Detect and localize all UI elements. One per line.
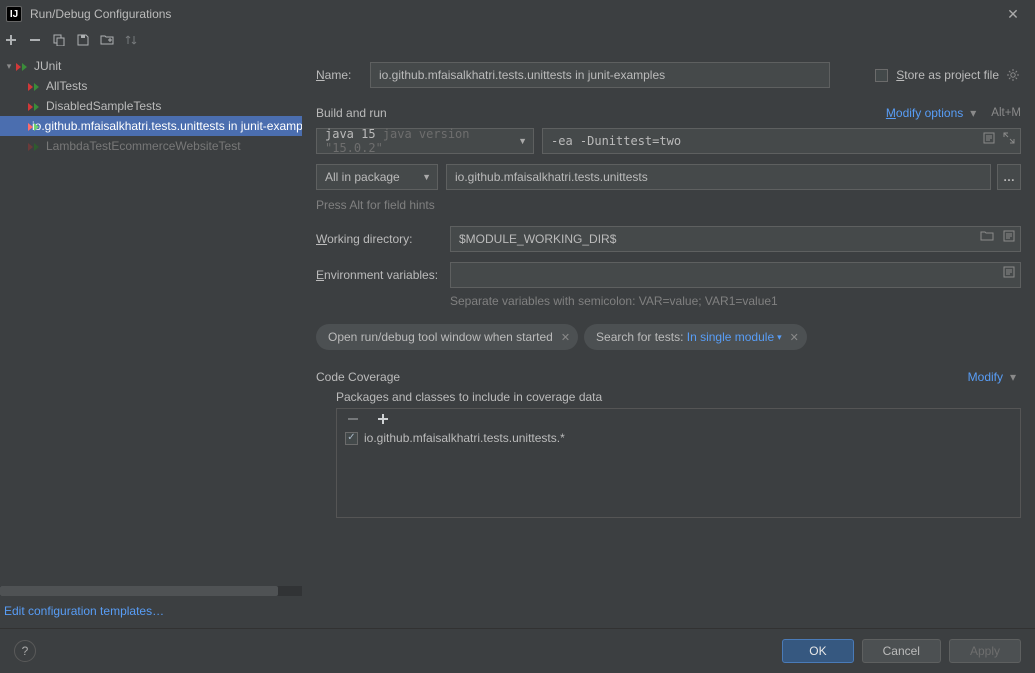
add-icon[interactable] [375,413,391,425]
tree-item-alltests[interactable]: AllTests [0,76,302,96]
tree-node-junit[interactable]: ▾ JUnit [0,56,302,76]
name-input[interactable] [370,62,830,88]
code-coverage-header: Code Coverage [316,370,400,384]
titlebar: IJ Run/Debug Configurations ✕ [0,0,1035,28]
browse-package-button[interactable]: … [997,164,1021,190]
chip-remove-icon[interactable]: ✕ [790,331,799,344]
sidebar-scrollbar[interactable] [0,586,302,596]
cancel-button[interactable]: Cancel [862,639,941,663]
sort-icon[interactable] [124,33,138,47]
browse-folder-icon[interactable] [979,230,995,242]
env-vars-label: Environment variables: [316,268,450,282]
chip-remove-icon[interactable]: ✕ [561,331,570,344]
tree-item-unittests[interactable]: io.github.mfaisalkhatri.tests.unittests … [0,116,302,136]
remove-icon[interactable] [28,33,42,47]
chevron-down-icon[interactable]: ▾ [965,106,981,120]
modify-options-shortcut: Alt+M [991,107,1021,119]
tree-node-label: JUnit [34,59,61,73]
store-as-project-file-label: Store as project file [896,68,999,82]
chevron-down-icon[interactable]: ▾ [2,61,16,72]
junit-icon [28,99,42,113]
intellij-logo-icon: IJ [6,6,22,22]
tree-item-lambdatest[interactable]: LambdaTestEcommerceWebsiteTest [0,136,302,156]
jdk-selected: java 15 java version "15.0.2" [325,127,512,155]
copy-icon[interactable] [52,33,66,47]
insert-macro-icon[interactable] [981,132,997,144]
chevron-down-icon[interactable]: ▾ [777,332,782,343]
package-input[interactable] [446,164,991,190]
tree-item-label: io.github.mfaisalkhatri.tests.unittests … [32,119,302,133]
gear-icon[interactable] [1005,68,1021,82]
chip-label: Open run/debug tool window when started [328,330,553,344]
store-as-project-file-checkbox[interactable] [875,69,888,82]
dialog-title: Run/Debug Configurations [30,7,999,21]
expand-icon[interactable] [1001,132,1017,144]
tree-item-disabledsampletests[interactable]: DisabledSampleTests [0,96,302,116]
coverage-item-label: io.github.mfaisalkhatri.tests.unittests.… [364,431,565,445]
working-dir-label: Working directory: [316,232,450,246]
tree-item-label: DisabledSampleTests [46,99,161,113]
config-toolbar [0,28,1035,52]
chevron-down-icon: ▼ [518,136,527,146]
config-editor: Name: Store as project file Build and ru… [302,52,1035,628]
junit-icon [16,59,30,73]
config-tree-panel: ▾ JUnit AllTests DisabledSampleTests io.… [0,52,302,628]
coverage-includes-panel: io.github.mfaisalkhatri.tests.unittests.… [336,408,1021,518]
edit-env-vars-icon[interactable] [1001,266,1017,278]
chip-search-tests[interactable]: Search for tests: In single module ▾ ✕ [584,324,807,350]
config-tree[interactable]: ▾ JUnit AllTests DisabledSampleTests io.… [0,52,302,586]
working-dir-input[interactable] [450,226,1021,252]
name-label: Name: [316,68,370,82]
test-scope-select[interactable]: All in package ▼ [316,164,438,190]
ok-button[interactable]: OK [782,639,853,663]
coverage-item[interactable]: io.github.mfaisalkhatri.tests.unittests.… [345,431,1012,445]
tree-item-label: LambdaTestEcommerceWebsiteTest [46,139,241,153]
coverage-modify-link[interactable]: Modify [968,370,1003,384]
chevron-down-icon[interactable]: ▾ [1005,370,1021,384]
add-icon[interactable] [4,33,18,47]
insert-macro-icon[interactable] [1001,230,1017,242]
modify-options-link[interactable]: Modify options [886,106,963,120]
remove-icon[interactable] [345,413,361,425]
chip-open-tool-window[interactable]: Open run/debug tool window when started … [316,324,578,350]
junit-icon [28,139,42,153]
build-and-run-header: Build and run [316,106,387,120]
tree-item-label: AllTests [46,79,87,93]
save-icon[interactable] [76,33,90,47]
env-vars-hint: Separate variables with semicolon: VAR=v… [450,294,778,308]
junit-icon [28,79,42,93]
coverage-list-label: Packages and classes to include in cover… [336,390,1021,404]
help-button[interactable]: ? [14,640,36,662]
dialog-footer: ? OK Cancel Apply [0,628,1035,673]
env-vars-input[interactable] [450,262,1021,288]
coverage-item-checkbox[interactable] [345,432,358,445]
test-scope-selected: All in package [325,170,400,184]
folder-icon[interactable] [100,33,114,47]
chip-label: Search for tests: In single module [596,330,774,344]
vm-options-input[interactable] [542,128,1021,154]
edit-templates-link[interactable]: Edit configuration templates… [0,596,302,628]
field-hints-text: Press Alt for field hints [316,198,435,212]
close-icon[interactable]: ✕ [999,6,1027,23]
jdk-select[interactable]: java 15 java version "15.0.2" ▼ [316,128,534,154]
apply-button[interactable]: Apply [949,639,1021,663]
chevron-down-icon: ▼ [422,172,431,182]
